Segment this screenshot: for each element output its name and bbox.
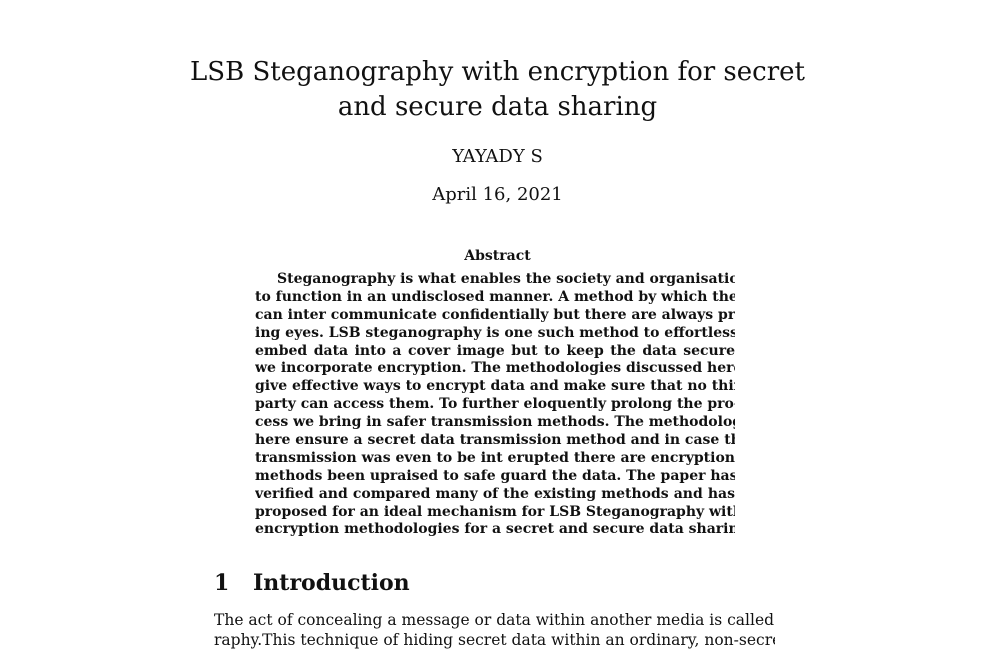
abstract-line: can inter communicate confidentially but… [255, 306, 735, 323]
paper-title-line-1: LSB Steganography with encryption for se… [190, 57, 805, 87]
section-body: The act of concealing a message or data … [214, 610, 775, 650]
abstract-line: proposed for an ideal mechanism for LSB … [255, 503, 735, 520]
abstract-heading: Abstract [464, 248, 531, 264]
abstract-line: verified and compared many of the existi… [255, 485, 735, 502]
section-title: Introduction [253, 570, 410, 596]
paper-title-line-2: and secure data sharing [337, 92, 658, 122]
abstract-line: ing eyes. LSB steganography is one such … [255, 324, 735, 341]
section-heading: 1 Introduction [214, 568, 410, 598]
section-number: 1 [214, 570, 230, 596]
abstract-line: we incorporate encryption. The methodolo… [255, 360, 735, 377]
abstract-line: embed data into a cover image but to kee… [255, 342, 735, 359]
abstract-line: give effective ways to encrypt data and … [255, 378, 735, 395]
abstract-line: transmission was even to be int erupted … [255, 449, 735, 466]
abstract-line: cess we bring in safer transmission meth… [255, 414, 735, 431]
abstract-body: Steganography is what enables the societ… [255, 271, 735, 539]
body-line: The act of concealing a message or data … [214, 611, 775, 629]
body-line: raphy.This technique of hiding secret da… [214, 631, 775, 649]
abstract-line: to function in an undisclosed manner. A … [255, 288, 735, 305]
paper-author: YAYADY S [452, 146, 543, 167]
abstract-line: methods been upraised to safe guard the … [255, 467, 735, 484]
paper-page: LSB Steganography with encryption for se… [0, 0, 995, 657]
abstract-line: party can access them. To further eloque… [255, 396, 735, 413]
abstract-line: here ensure a secret data transmission m… [255, 432, 735, 449]
abstract-line: Steganography is what enables the societ… [277, 271, 735, 287]
abstract-line: encryption methodologies for a secret an… [255, 521, 735, 538]
paper-date: April 16, 2021 [432, 184, 563, 205]
